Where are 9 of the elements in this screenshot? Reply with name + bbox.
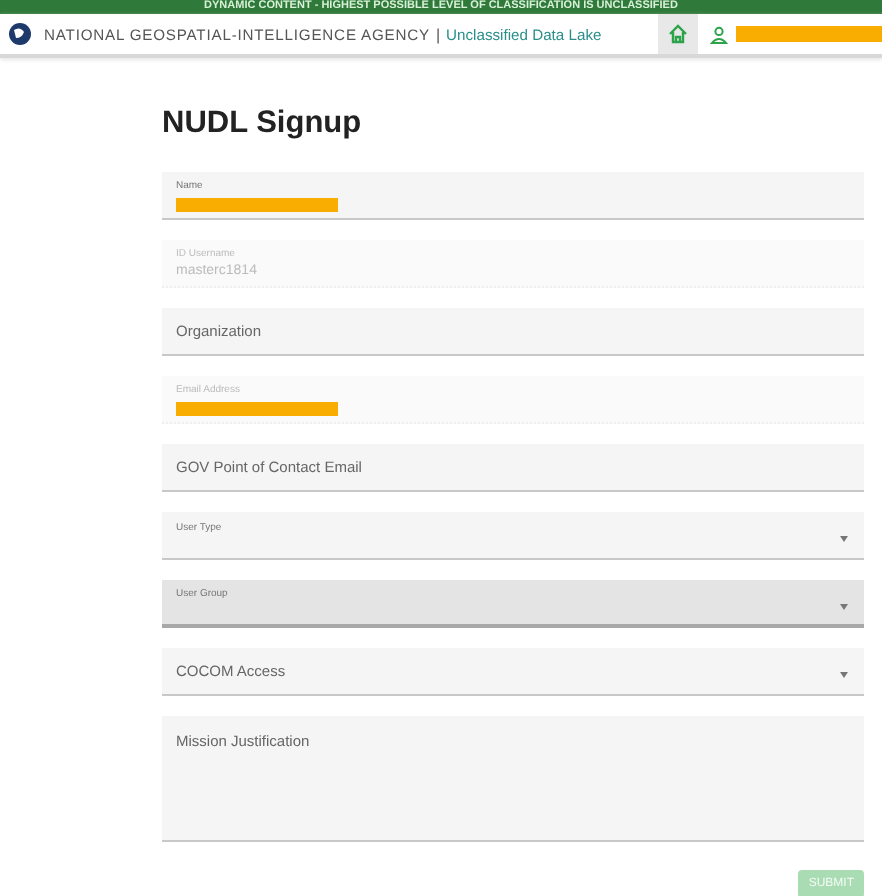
page-title: NUDL Signup bbox=[162, 106, 364, 142]
home-icon bbox=[668, 24, 688, 44]
home-button[interactable] bbox=[658, 14, 698, 54]
dropdown-caret-icon bbox=[840, 604, 848, 610]
dropdown-caret-icon bbox=[840, 536, 848, 542]
separator-text: | bbox=[435, 25, 441, 43]
globe-emblem-icon bbox=[8, 22, 32, 46]
person-icon[interactable] bbox=[710, 25, 728, 43]
dropdown-caret-icon bbox=[840, 672, 848, 678]
